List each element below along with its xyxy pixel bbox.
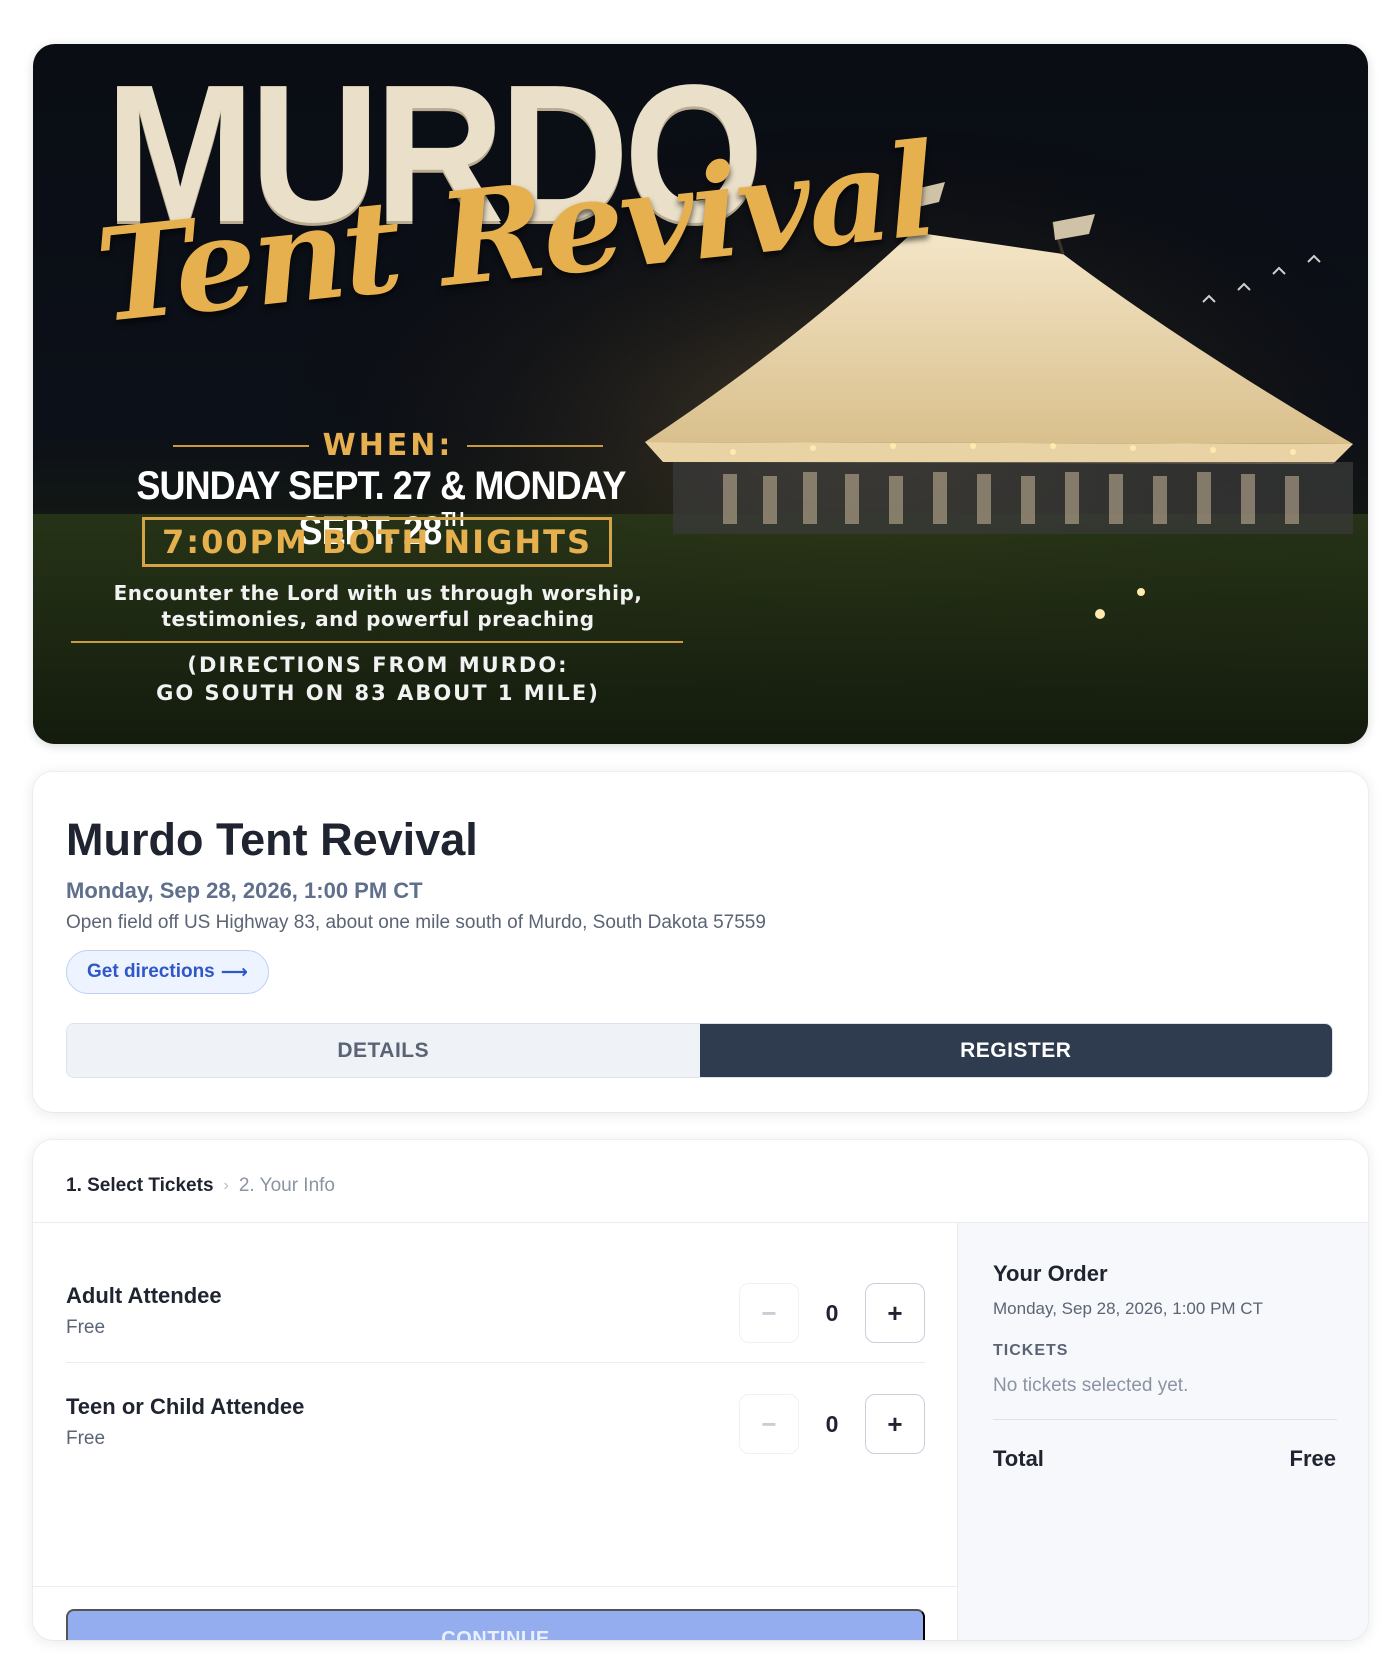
order-total-label: Total [993, 1446, 1044, 1471]
order-title: Your Order [993, 1261, 1108, 1286]
event-info-card: Murdo Tent Revival Monday, Sep 28, 2026,… [33, 772, 1368, 1112]
get-directions-label: Get directions [87, 961, 215, 982]
order-summary: Your Order Monday, Sep 28, 2026, 1:00 PM… [957, 1223, 1368, 1640]
event-address: Open field off US Highway 83, about one … [66, 912, 766, 933]
ticket-name: Adult Attendee [66, 1283, 222, 1308]
banner-directions: (DIRECTIONS FROM MURDO: GO SOUTH ON 83 A… [73, 651, 683, 707]
ticket-price: Free [66, 1317, 106, 1338]
ticket-name: Teen or Child Attendee [66, 1394, 305, 1419]
quantity-value: 0 [825, 1410, 839, 1437]
registration-steps: 1. Select Tickets › 2. Your Info [66, 1175, 335, 1197]
event-banner-image: MURDO Tent Revival WHEN: SUNDAY SEPT. 27… [33, 44, 1368, 744]
quantity-stepper: − 0 + [739, 1394, 925, 1454]
order-datetime: Monday, Sep 28, 2026, 1:00 PM CT [993, 1299, 1263, 1318]
increase-quantity-button[interactable]: + [865, 1283, 925, 1343]
event-tabs: DETAILS REGISTER [66, 1023, 1333, 1078]
banner-when-label: WHEN: [322, 428, 454, 463]
arrow-right-icon: ⟶ [220, 961, 248, 983]
event-title: Murdo Tent Revival [66, 814, 478, 865]
banner-when: WHEN: [173, 428, 604, 463]
quantity-value: 0 [825, 1299, 839, 1326]
decrease-quantity-button[interactable]: − [739, 1394, 799, 1454]
chevron-right-icon: › [223, 1177, 229, 1194]
get-directions-button[interactable]: Get directions ⟶ [66, 950, 269, 994]
quantity-stepper: − 0 + [739, 1283, 925, 1343]
continue-divider [33, 1586, 957, 1587]
step-select-tickets: 1. Select Tickets [66, 1175, 214, 1196]
banner-rule-left [173, 444, 309, 447]
decrease-quantity-button[interactable]: − [739, 1283, 799, 1343]
continue-button[interactable]: CONTINUE [66, 1609, 925, 1640]
order-total-value: Free [1289, 1446, 1336, 1471]
banner-directions-line1: (DIRECTIONS FROM MURDO: [187, 653, 569, 677]
banner-blurb-line1: Encounter the Lord with us through worsh… [113, 581, 643, 605]
order-empty-message: No tickets selected yet. [993, 1375, 1189, 1396]
step-your-info: 2. Your Info [238, 1175, 336, 1196]
tab-register[interactable]: REGISTER [699, 1024, 1332, 1077]
banner-blurb: Encounter the Lord with us through worsh… [73, 580, 683, 632]
banner-blurb-line2: testimonies, and powerful preaching [161, 607, 595, 631]
tab-details[interactable]: DETAILS [67, 1024, 700, 1077]
registration-card: 1. Select Tickets › 2. Your Info Adult A… [33, 1140, 1368, 1640]
banner-time: 7:00PM BOTH NIGHTS [142, 517, 612, 567]
order-divider [993, 1419, 1337, 1420]
banner-directions-line2: GO SOUTH ON 83 ABOUT 1 MILE) [156, 681, 600, 705]
ticket-price: Free [66, 1428, 106, 1449]
banner-rule-right [467, 444, 604, 447]
event-datetime: Monday, Sep 28, 2026, 1:00 PM CT [66, 878, 423, 903]
banner-divider [71, 641, 683, 643]
order-tickets-label: TICKETS [993, 1342, 1069, 1359]
ticket-row-adult: Adult Attendee Free − 0 + [66, 1253, 925, 1363]
ticket-row-teen-child: Teen or Child Attendee Free − 0 + [66, 1364, 925, 1474]
ticket-selection: Adult Attendee Free − 0 + Teen or Child … [33, 1223, 957, 1640]
increase-quantity-button[interactable]: + [865, 1394, 925, 1454]
